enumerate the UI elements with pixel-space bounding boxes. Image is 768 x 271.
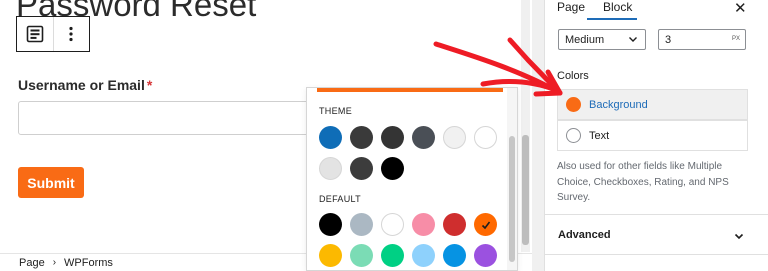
- color-swatch[interactable]: [350, 157, 373, 180]
- sidebar-tabs: Page Block ✕: [545, 0, 768, 20]
- color-swatch[interactable]: [443, 126, 466, 149]
- background-color-indicator: [566, 97, 581, 112]
- breadcrumb-item-wpforms[interactable]: WPForms: [64, 257, 113, 269]
- current-color-bar: [317, 88, 503, 92]
- color-swatch[interactable]: [319, 244, 342, 267]
- vertical-ellipsis-icon: [69, 26, 74, 42]
- chevron-down-icon: [629, 37, 637, 42]
- color-swatch[interactable]: [412, 244, 435, 267]
- form-block-button[interactable]: [17, 17, 53, 51]
- color-swatch[interactable]: [474, 213, 497, 236]
- sidebar-divider: [532, 0, 544, 271]
- number-input[interactable]: 3 PX: [658, 29, 746, 50]
- block-toolbar: [16, 16, 90, 52]
- unit-label: PX: [731, 36, 740, 42]
- color-row-text[interactable]: Text: [557, 120, 748, 151]
- editor-canvas: Password Reset Username or Email * Submit…: [0, 0, 532, 271]
- advanced-label: Advanced: [558, 229, 611, 241]
- color-swatch[interactable]: [412, 213, 435, 236]
- color-picker-popover: THEME DEFAULT: [306, 87, 518, 271]
- color-swatch[interactable]: [443, 213, 466, 236]
- required-mark: *: [146, 77, 153, 93]
- color-swatch[interactable]: [350, 244, 373, 267]
- size-select-value: Medium: [565, 33, 605, 46]
- close-icon[interactable]: ✕: [734, 0, 747, 17]
- more-options-button[interactable]: [52, 17, 89, 51]
- canvas-scrollbar-thumb[interactable]: [522, 135, 529, 245]
- checkmark-icon: [474, 213, 497, 236]
- color-swatch[interactable]: [381, 213, 404, 236]
- form-icon: [26, 25, 44, 43]
- color-swatch[interactable]: [350, 126, 373, 149]
- field-label: Username or Email *: [18, 77, 152, 93]
- default-heading: DEFAULT: [319, 194, 361, 204]
- breadcrumb-item-page[interactable]: Page: [19, 257, 45, 269]
- help-text: Also used for other fields like Multiple…: [557, 161, 729, 203]
- color-swatch[interactable]: [443, 244, 466, 267]
- color-swatch[interactable]: [319, 126, 342, 149]
- submit-button[interactable]: Submit: [18, 167, 84, 198]
- color-swatch[interactable]: [319, 213, 342, 236]
- color-swatch[interactable]: [412, 126, 435, 149]
- chevron-down-icon: [734, 233, 744, 240]
- color-row-background-label: Background: [589, 98, 648, 111]
- color-swatch[interactable]: [474, 244, 497, 267]
- popover-scrollbar-thumb[interactable]: [509, 136, 515, 262]
- theme-heading: THEME: [319, 106, 352, 116]
- color-swatch[interactable]: [381, 244, 404, 267]
- color-row-background[interactable]: Background: [557, 89, 748, 120]
- text-color-indicator: [566, 128, 581, 143]
- settings-sidebar: Page Block ✕ Medium 3 PX Colors Backgrou…: [544, 0, 768, 271]
- colors-label: Colors: [557, 70, 589, 82]
- tab-block[interactable]: Block: [603, 0, 632, 14]
- number-input-value: 3: [665, 33, 672, 46]
- color-row-text-label: Text: [589, 129, 610, 142]
- color-swatch[interactable]: [474, 126, 497, 149]
- color-swatch[interactable]: [350, 213, 373, 236]
- active-tab-indicator: [587, 18, 637, 20]
- advanced-panel-toggle[interactable]: Advanced: [545, 214, 768, 255]
- username-email-input[interactable]: [18, 101, 318, 135]
- field-label-text: Username or Email: [18, 77, 145, 93]
- color-swatch[interactable]: [381, 157, 404, 180]
- breadcrumb-separator: ›: [52, 257, 57, 268]
- tab-page[interactable]: Page: [557, 0, 585, 14]
- color-swatch[interactable]: [319, 157, 342, 180]
- size-select[interactable]: Medium: [558, 29, 646, 50]
- color-swatch[interactable]: [381, 126, 404, 149]
